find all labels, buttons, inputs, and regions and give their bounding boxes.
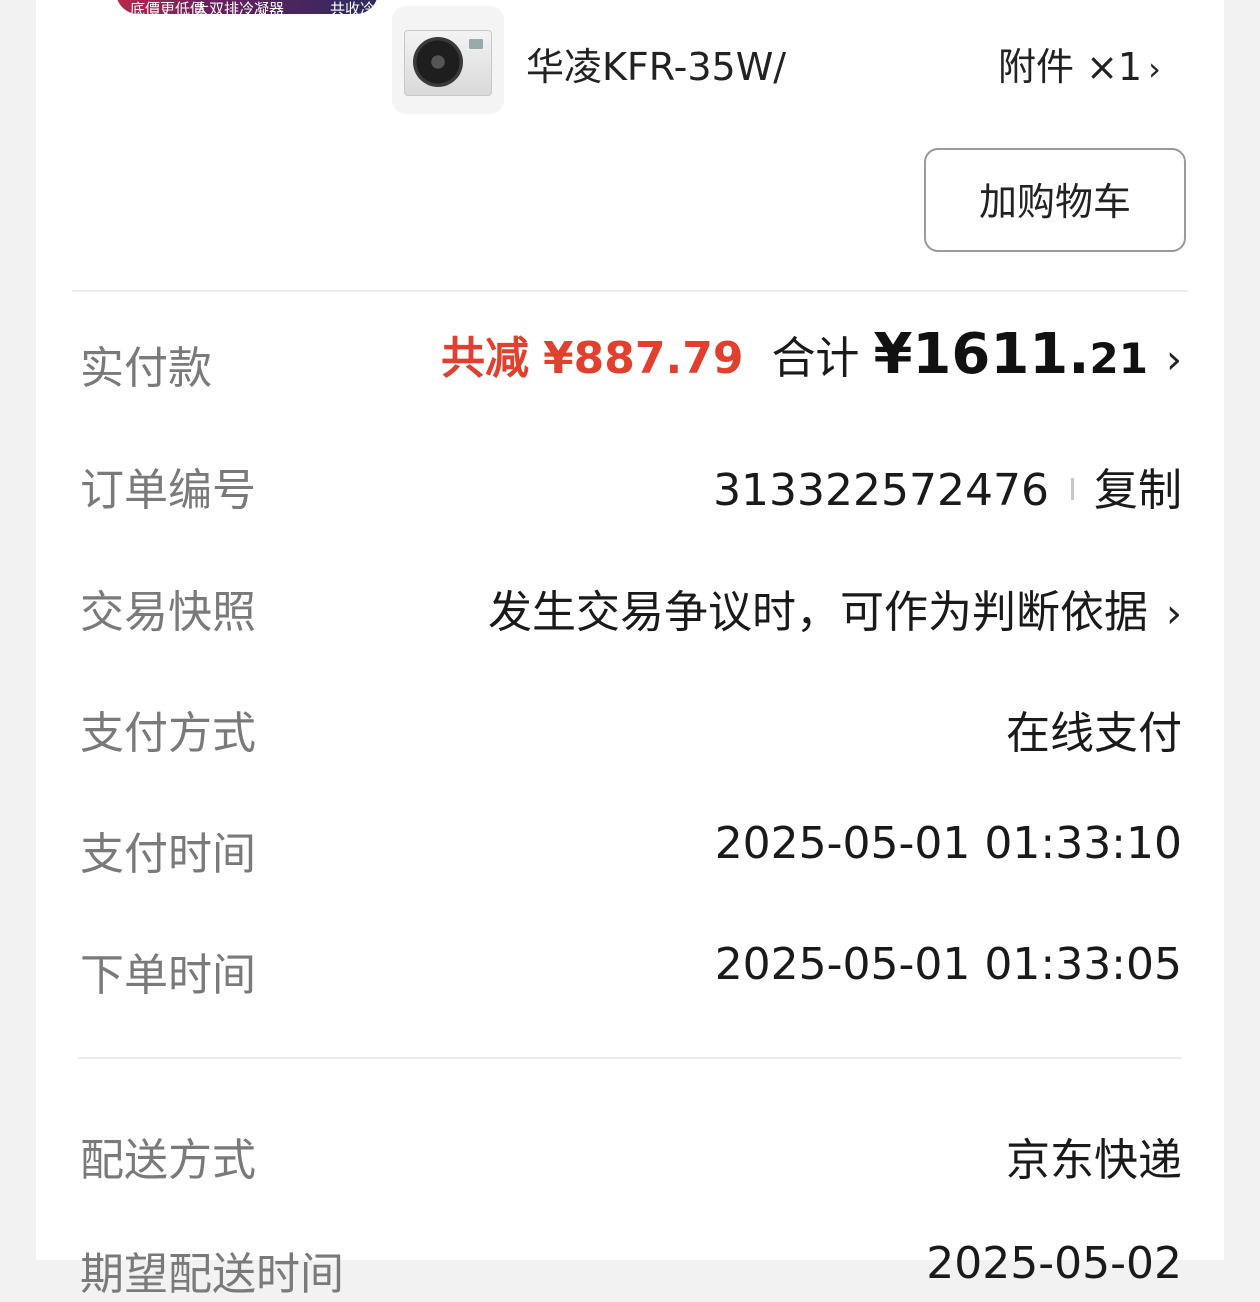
product-title[interactable]: 华凌KFR-35W/ [526,36,786,91]
pay-method-value: 在线支付 [1006,708,1182,759]
promo-banner-fragment: 底價更低價 大双排冷凝器 共收冷 [116,0,378,14]
pay-method-label: 支付方式 [80,708,256,759]
attachment-label: 附件 ×1 [998,45,1143,89]
divider [72,290,1188,292]
divider [78,1057,1182,1059]
order-number-label: 订单编号 [80,465,256,516]
attachment-link[interactable]: 附件 ×1 › [998,36,1161,91]
banner-text-2: 大双排冷凝器 [194,0,285,14]
fan-grille [413,37,463,87]
banner-text-3: 共收冷 [330,0,376,14]
discount-label: 共减 [441,333,530,384]
add-to-cart-button[interactable]: 加购物车 [924,148,1186,252]
total-currency: ¥ [873,322,913,387]
pay-time-value: 2025-05-01 01:33:10 [714,818,1182,869]
chevron-right-icon: › [1148,50,1161,88]
snapshot-description: 发生交易争议时，可作为判断依据 [488,587,1148,638]
product-thumbnail[interactable] [392,6,504,114]
snapshot-label: 交易快照 [80,587,256,638]
delivery-method-label: 配送方式 [80,1135,256,1186]
pay-time-label: 支付时间 [80,829,256,880]
order-time-value: 2025-05-01 01:33:05 [714,939,1182,990]
delivery-method-value: 京东快递 [1006,1135,1182,1186]
snapshot-link[interactable]: 发生交易争议时，可作为判断依据 › [488,576,1182,640]
copy-button[interactable]: 复制 [1094,465,1182,516]
expected-delivery-value: 2025-05-02 [926,1238,1182,1289]
order-time-label: 下单时间 [80,950,256,1001]
order-number-row: 313322572476 复制 [713,454,1182,518]
total-amount-decimal: 21 [1089,334,1148,383]
total-label: 合计 [771,333,860,384]
chevron-right-icon: › [1166,591,1182,637]
order-number-value: 313322572476 [713,465,1049,516]
separator [1071,478,1074,500]
air-conditioner-image [404,30,492,96]
paid-amount-label: 实付款 [80,343,212,394]
unit-label-sticker [469,39,483,49]
total-amount-integer: 1611. [912,322,1090,387]
discount-amount: ¥887.79 [543,333,744,384]
chevron-right-icon: › [1166,337,1182,383]
expected-delivery-label: 期望配送时间 [80,1249,344,1300]
paid-amount-value[interactable]: 共减 ¥887.79 合计 ¥1611.21 › [441,322,1182,387]
